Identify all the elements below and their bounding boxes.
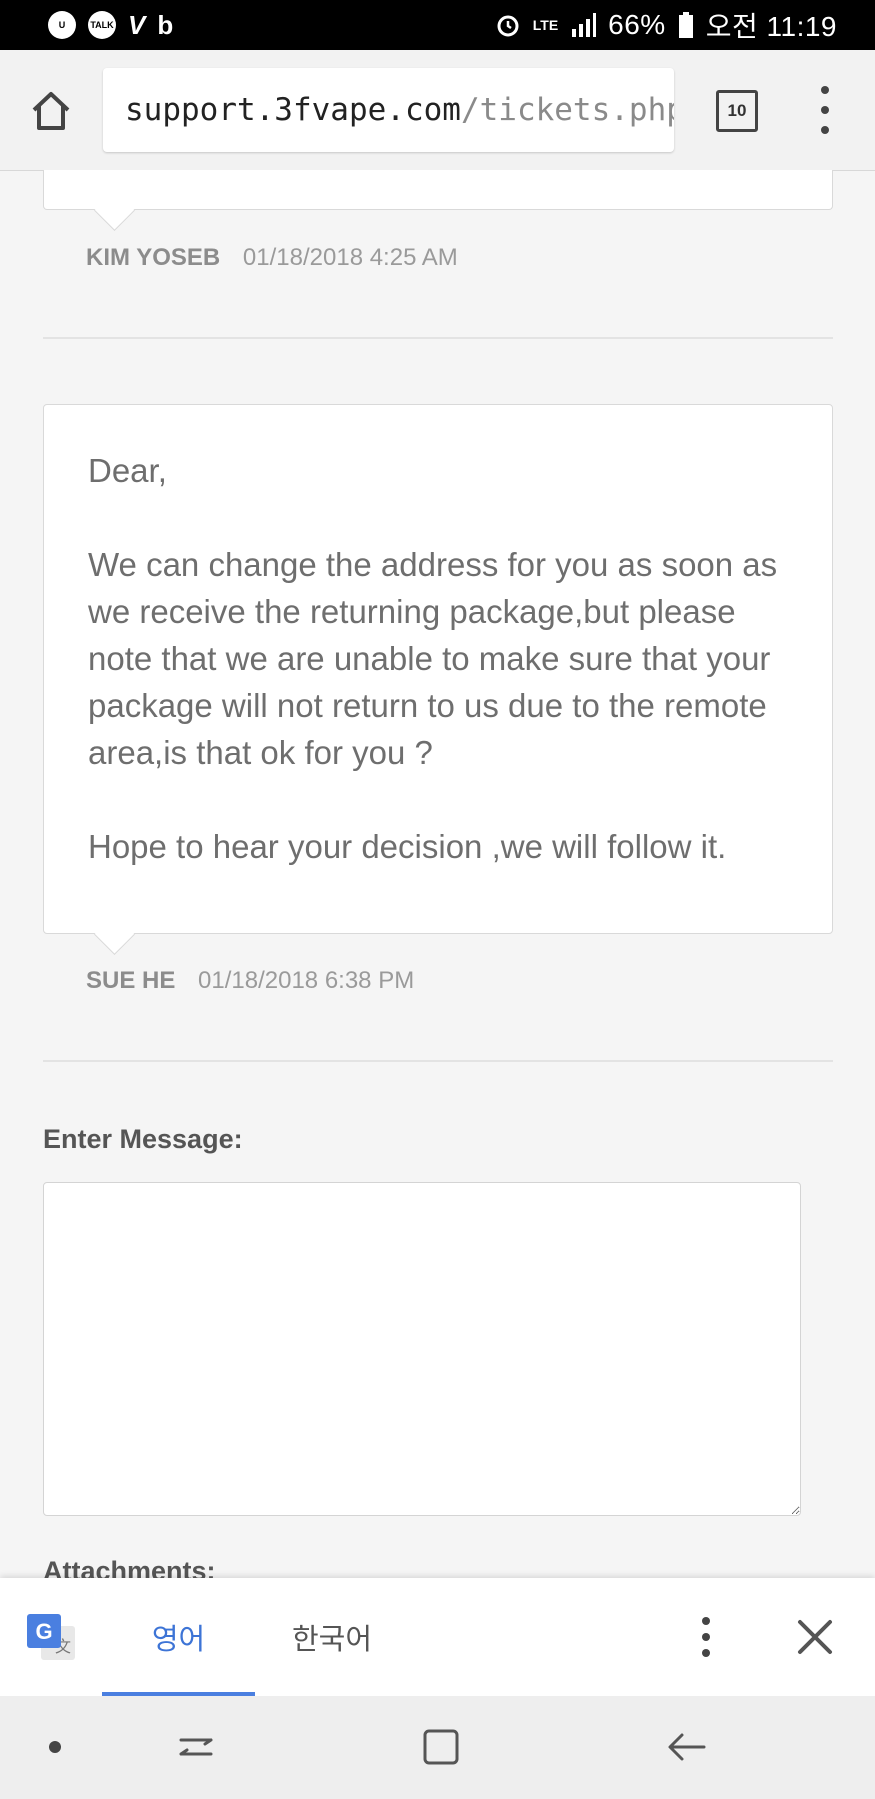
more-vert-dot xyxy=(702,1649,710,1657)
samsung-icon: U xyxy=(48,11,76,39)
vk-icon: V xyxy=(128,9,146,40)
google-translate-icon[interactable]: 文 G xyxy=(27,1614,77,1664)
battery-icon xyxy=(678,12,694,38)
more-vert-dot xyxy=(821,106,829,114)
back-icon xyxy=(668,1733,706,1761)
url-domain: support.3fvape.com xyxy=(125,92,461,128)
tab-target-language[interactable]: 한국어 xyxy=(292,1578,372,1696)
target-language-label: 한국어 xyxy=(292,1622,373,1656)
home-square-icon xyxy=(423,1729,459,1765)
band-icon: b xyxy=(157,9,174,40)
message-meta-previous: KIM YOSEB 01/18/2018 4:25 AM xyxy=(86,244,458,272)
alarm-icon xyxy=(495,12,521,38)
url-path: /tickets.php? xyxy=(460,92,674,128)
thread-divider xyxy=(43,1060,833,1062)
message-body: We can change the address for you as soo… xyxy=(88,546,778,771)
translate-options-button[interactable] xyxy=(700,1617,712,1657)
more-vert-dot xyxy=(702,1633,710,1641)
message-timestamp: 01/18/2018 4:25 AM xyxy=(242,244,458,271)
thread-divider xyxy=(43,337,833,339)
home-button[interactable] xyxy=(26,86,76,136)
back-button[interactable] xyxy=(662,1722,712,1772)
recents-icon xyxy=(179,1738,213,1756)
status-notification-icons: U TALK V b xyxy=(48,10,173,41)
message-timestamp: 01/18/2018 6:38 PM xyxy=(198,967,415,994)
message-greeting: Dear, xyxy=(88,452,167,489)
clock: 오전 11:19 xyxy=(705,11,837,42)
source-language-label: 영어 xyxy=(151,1622,206,1656)
message-textarea[interactable] xyxy=(43,1182,801,1516)
status-bar: U TALK V b LTE 66% 오전 11:19 xyxy=(0,0,875,50)
translate-close-button[interactable] xyxy=(794,1616,836,1658)
kakaotalk-icon: TALK xyxy=(88,11,116,39)
dot-icon xyxy=(49,1741,61,1753)
card-notch xyxy=(93,189,136,232)
browser-menu-button[interactable] xyxy=(812,86,838,134)
system-nav-bar xyxy=(0,1696,875,1799)
tab-count: 10 xyxy=(727,101,747,120)
status-system-icons: LTE 66% 오전 11:19 xyxy=(495,5,837,45)
more-vert-icon xyxy=(821,86,829,94)
message-card-reply: Dear, We can change the address for you … xyxy=(43,404,833,956)
message-closing: Hope to hear your decision ,we will foll… xyxy=(88,828,727,865)
signal-icon xyxy=(570,13,597,37)
tab-switcher-button[interactable]: 10 xyxy=(716,90,758,132)
message-author: SUE HE xyxy=(86,967,176,994)
more-vert-icon xyxy=(702,1617,710,1625)
url-bar[interactable]: support.3fvape.com/tickets.php? xyxy=(103,68,674,152)
more-vert-dot xyxy=(821,126,829,134)
message-field-label: Enter Message: xyxy=(43,1124,243,1154)
browser-toolbar: support.3fvape.com/tickets.php? 10 xyxy=(0,50,875,171)
tab-source-language[interactable]: 영어 xyxy=(102,1578,255,1696)
home-icon xyxy=(32,92,70,130)
home-nav-button[interactable] xyxy=(416,1722,466,1772)
card-notch xyxy=(93,913,136,956)
battery-percent: 66% xyxy=(608,9,666,40)
message-author: KIM YOSEB xyxy=(86,244,221,271)
nav-dot-button[interactable] xyxy=(30,1722,80,1772)
recents-button[interactable] xyxy=(171,1722,221,1772)
svg-text:G: G xyxy=(35,1619,52,1644)
message-card-previous xyxy=(43,170,833,232)
translate-bar: 文 G 영어 한국어 xyxy=(0,1578,875,1696)
network-type: LTE xyxy=(532,17,559,33)
close-icon xyxy=(798,1620,832,1654)
message-meta-reply: SUE HE 01/18/2018 6:38 PM xyxy=(86,967,414,995)
